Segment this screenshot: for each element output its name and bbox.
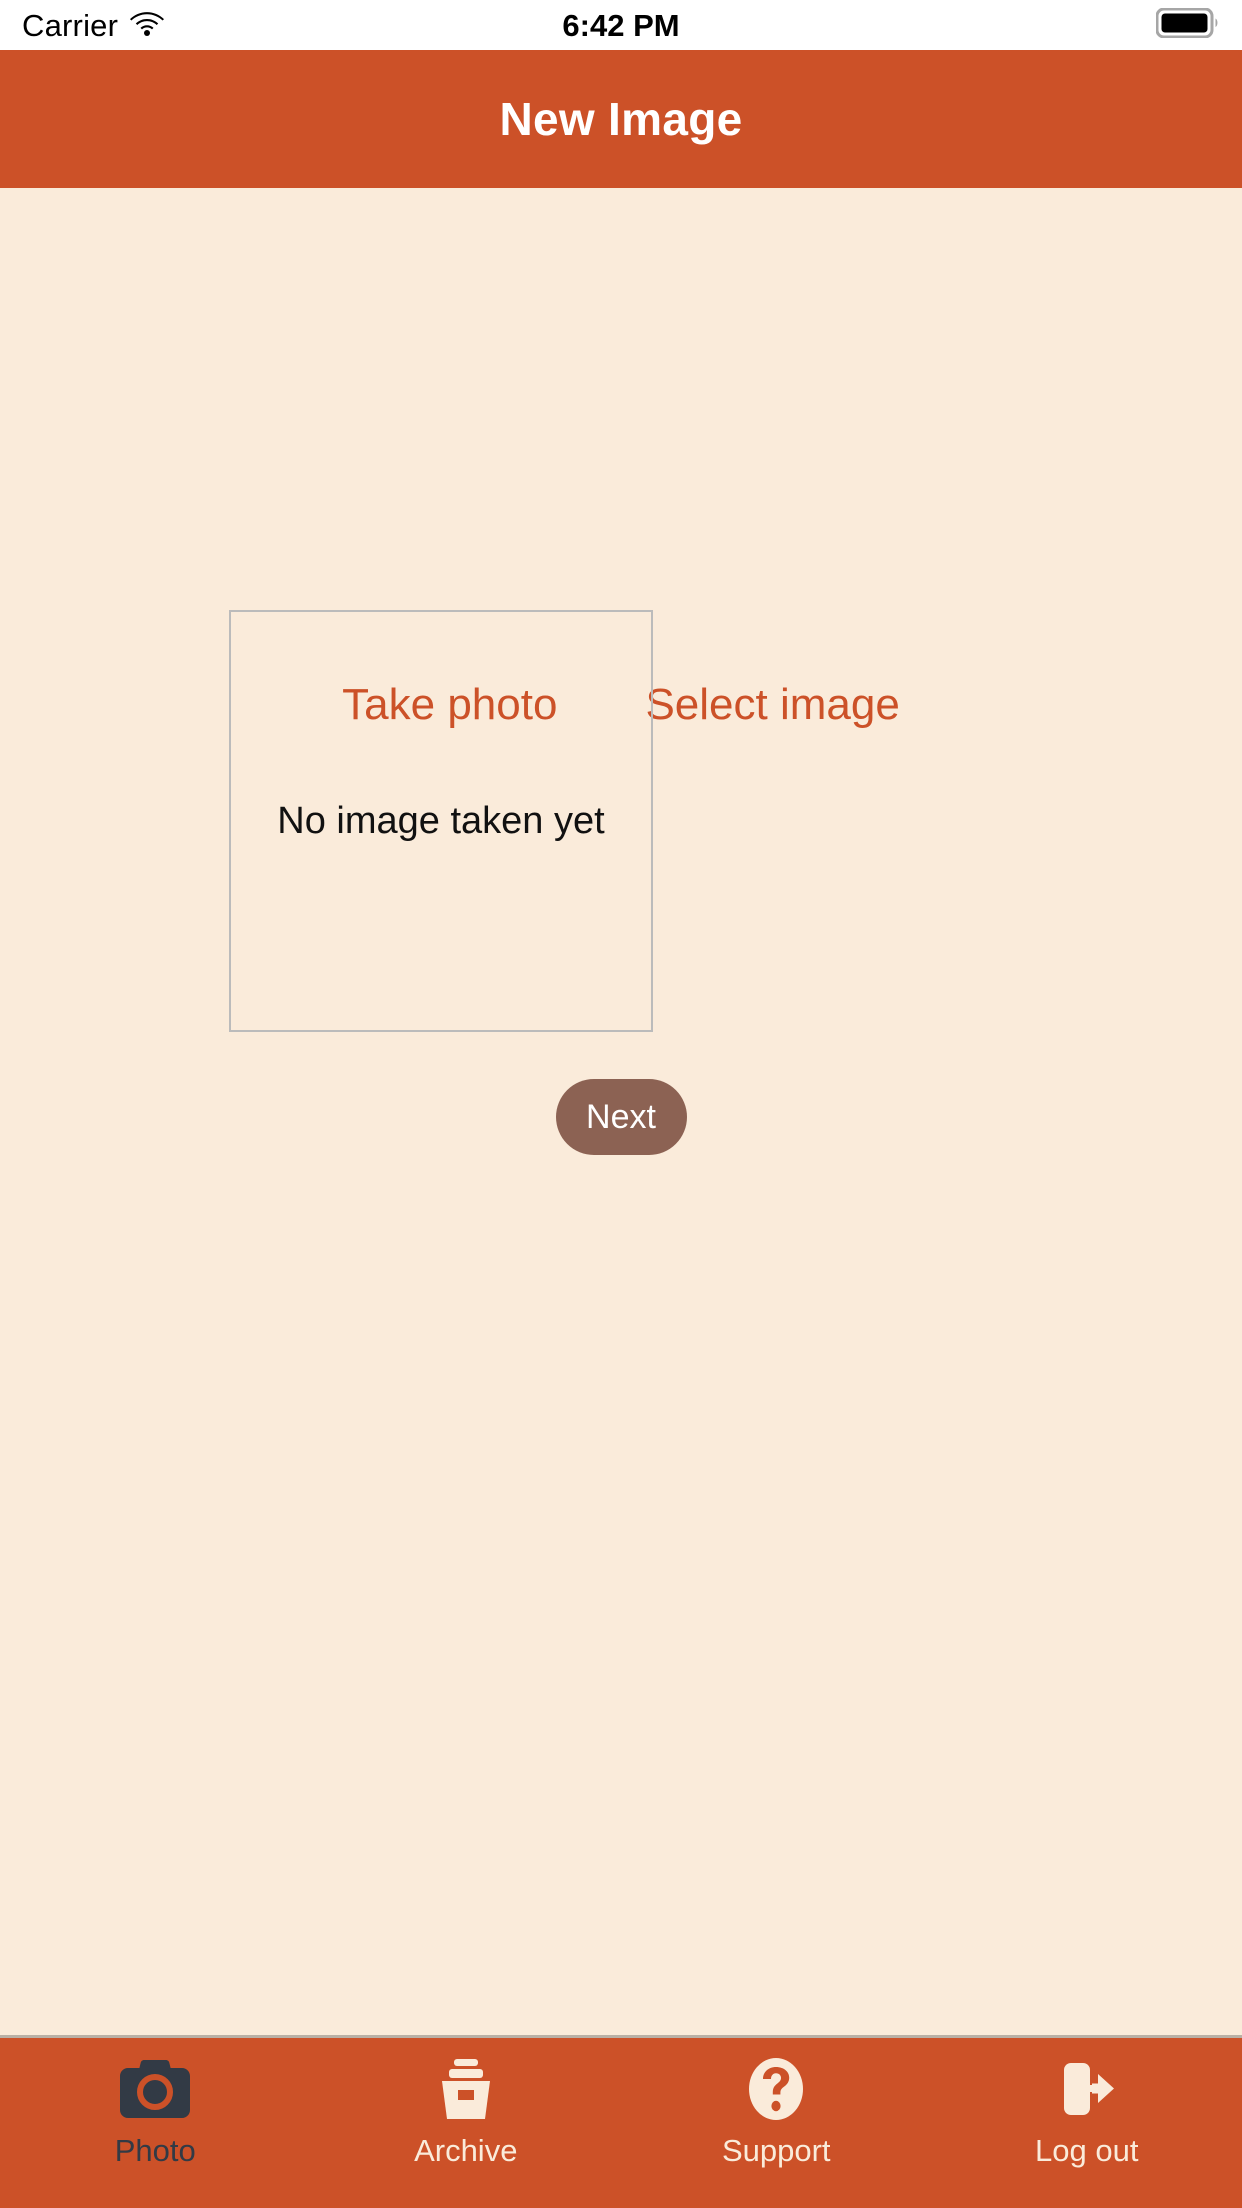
status-bar-clock: 6:42 PM: [562, 7, 680, 43]
select-image-button[interactable]: Select image: [645, 683, 899, 727]
tab-item-logout[interactable]: Log out: [932, 2038, 1242, 2208]
question-circle-icon: [739, 2053, 813, 2125]
main-content: Take photo Select image No image taken y…: [0, 188, 1242, 2035]
navigation-bar: New Image: [0, 50, 1242, 188]
carrier-label: Carrier: [22, 7, 119, 43]
image-placeholder-label: No image taken yet: [277, 800, 605, 842]
tab-item-archive[interactable]: Archive: [311, 2038, 622, 2208]
tab-label-support: Support: [721, 2133, 831, 2168]
next-button-row: Next: [0, 1079, 1242, 1155]
next-button[interactable]: Next: [555, 1079, 687, 1155]
tab-label-archive: Archive: [414, 2133, 518, 2168]
battery-full-icon: [1155, 7, 1220, 43]
archive-box-icon: [429, 2053, 503, 2125]
tab-bar: Photo Archive Support Log out: [0, 2035, 1242, 2208]
tab-label-photo: Photo: [114, 2133, 196, 2168]
camera-icon: [118, 2053, 192, 2125]
app-screen: Carrier 6:42 PM New Image Take photo Sel…: [0, 0, 1242, 2208]
status-bar-left: Carrier: [22, 7, 165, 43]
tab-item-photo[interactable]: Photo: [0, 2038, 311, 2208]
page-title: New Image: [499, 93, 743, 145]
tab-item-support[interactable]: Support: [621, 2038, 932, 2208]
wifi-icon: [130, 10, 165, 41]
tab-label-logout: Log out: [1035, 2133, 1139, 2168]
logout-arrow-icon: [1050, 2053, 1124, 2125]
image-preview-box[interactable]: No image taken yet: [229, 610, 653, 1032]
status-bar: Carrier 6:42 PM: [0, 0, 1242, 50]
status-bar-right: [1155, 7, 1220, 43]
